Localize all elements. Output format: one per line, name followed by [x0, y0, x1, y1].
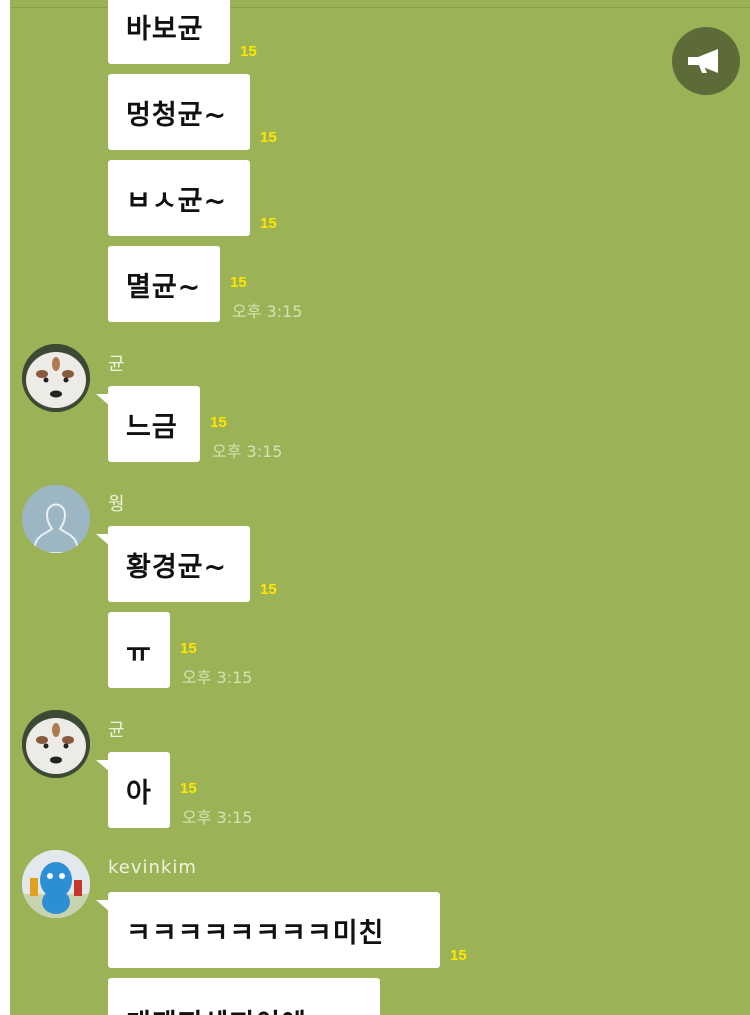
message-bubble[interactable]: 개돼지쉐끼이에	[108, 978, 380, 1015]
message-bubble[interactable]: 멍청균~	[108, 74, 250, 150]
message-time: 오후 3:15	[182, 808, 253, 827]
unread-count: 15	[230, 274, 247, 291]
message-text: ㅋㅋㅋㅋㅋㅋㅋㅋ미친	[126, 917, 385, 949]
panda-avatar[interactable]	[22, 344, 90, 412]
unread-count: 15	[260, 581, 277, 598]
message-bubble[interactable]: ㅋㅋㅋㅋㅋㅋㅋㅋ미친	[96, 892, 440, 968]
sender-name: 균	[108, 354, 125, 375]
message-text: 아	[126, 777, 152, 809]
message-bubble[interactable]: 아	[96, 752, 170, 828]
message-bubble[interactable]: 황경균~	[96, 526, 250, 602]
unread-count: 15	[240, 43, 257, 60]
unread-count: 15	[180, 640, 197, 657]
panda-avatar[interactable]	[22, 710, 90, 778]
message-text: 느금	[126, 411, 178, 443]
default-person-avatar[interactable]	[22, 485, 90, 553]
message-time: 오후 3:15	[232, 302, 303, 321]
message-text: ㅂㅅ균~	[126, 185, 228, 217]
message-time: 오후 3:15	[212, 442, 283, 461]
message-bubble[interactable]: 멸균~	[108, 246, 220, 322]
unread-count: 15	[180, 780, 197, 797]
sender-name: 웡	[108, 494, 125, 515]
unread-count: 15	[210, 414, 227, 431]
unread-count: 15	[260, 129, 277, 146]
message-text: 멸균~	[126, 271, 202, 303]
blue-character-avatar[interactable]	[22, 850, 90, 918]
message-bubble[interactable]: ㅂㅅ균~	[108, 160, 250, 236]
chat-area: 바보균 15 멍청균~ 15 ㅂㅅ균~ 15 멸균~ 15 오후 3:15 균 …	[10, 0, 750, 1015]
sender-name: 균	[108, 720, 125, 741]
message-time: 오후 3:15	[182, 668, 253, 687]
message-text: 바보균	[126, 13, 204, 45]
unread-count: 15	[260, 215, 277, 232]
message-bubble[interactable]: ㅠ	[108, 612, 170, 688]
message-text: 개돼지쉐끼이에	[126, 1002, 307, 1015]
sender-name: kevinkim	[108, 857, 197, 878]
unread-count: 15	[450, 947, 467, 964]
message-bubble[interactable]: 느금	[96, 386, 200, 462]
message-text: 멍청균~	[126, 99, 228, 131]
message-bubble[interactable]: 바보균	[108, 0, 230, 64]
message-text: 황경균~	[126, 551, 228, 583]
message-text: ㅠ	[126, 637, 152, 669]
megaphone-icon[interactable]	[672, 27, 740, 95]
